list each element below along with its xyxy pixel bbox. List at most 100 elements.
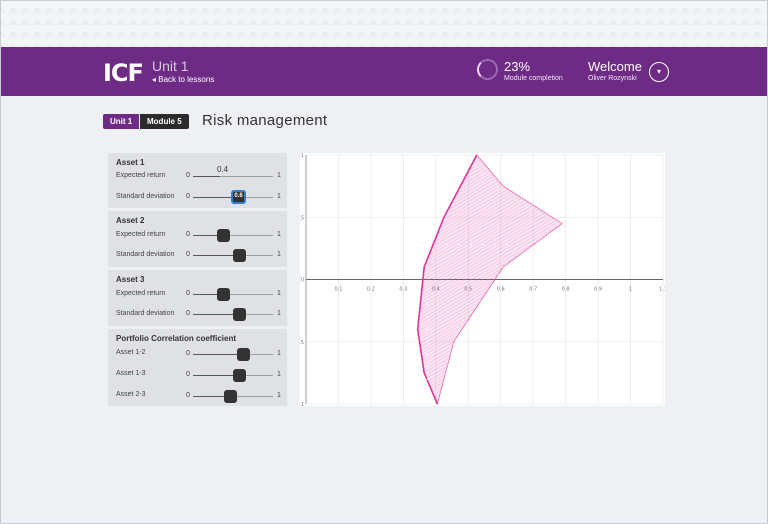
- slider-value-readout: 0.4: [217, 165, 229, 174]
- asset-3-panel: Asset 3 Expected return 0 1 Standard dev…: [108, 270, 287, 326]
- slider-max: 1: [277, 172, 281, 179]
- slider-label: Expected return: [116, 290, 166, 297]
- breadcrumb-unit[interactable]: Unit 1: [103, 114, 140, 129]
- progress-ring-icon: [477, 59, 498, 80]
- page-title: Risk management: [202, 112, 328, 129]
- slider-handle[interactable]: [233, 249, 246, 262]
- panel-title: Portfolio Correlation coefficient: [116, 334, 237, 343]
- standard-deviation-slider[interactable]: [193, 249, 273, 262]
- panel-title: Asset 3: [116, 275, 145, 284]
- expected-return-slider[interactable]: [193, 176, 273, 177]
- y-tick-label: 0: [301, 278, 304, 284]
- username: Oliver Rozynski: [588, 75, 637, 82]
- slider-max: 1: [277, 193, 281, 200]
- frontier-dot: [481, 243, 484, 246]
- slider-max: 1: [277, 350, 281, 357]
- unit-title: Unit 1: [152, 58, 189, 74]
- frontier-dot: [426, 378, 429, 380]
- expected-return-slider[interactable]: [193, 229, 273, 242]
- top-decor-band: [1, 1, 767, 47]
- slider-min: 0: [186, 251, 190, 258]
- module-completion-label: Module completion: [504, 75, 563, 82]
- x-tick-label: 0.8: [562, 287, 570, 293]
- welcome-text: Welcome: [588, 59, 642, 74]
- frontier-dot: [446, 243, 449, 246]
- asset-1-panel: Asset 1 Expected return 0 0.4 1 Standard…: [108, 153, 287, 208]
- x-tick-label: 0.6: [497, 287, 505, 293]
- icf-logo[interactable]: ICF: [103, 59, 144, 87]
- y-tick-label: 0.5: [300, 215, 304, 221]
- x-tick-label: 0.1: [334, 287, 342, 293]
- slider-label: Asset 2-3: [116, 391, 146, 398]
- panel-title: Asset 1: [116, 158, 145, 167]
- correlation-panel: Portfolio Correlation coefficient Asset …: [108, 329, 287, 406]
- standard-deviation-slider[interactable]: [193, 308, 273, 321]
- user-menu-button[interactable]: ▾: [649, 62, 669, 82]
- slider-min: 0: [186, 392, 190, 399]
- slider-label: Asset 1-3: [116, 370, 146, 377]
- slider-label: Standard deviation: [116, 310, 175, 317]
- slider-min: 0: [186, 231, 190, 238]
- slider-label: Expected return: [116, 231, 166, 238]
- frontier-dot: [426, 328, 429, 331]
- slider-handle[interactable]: [217, 288, 230, 301]
- slider-label: Standard deviation: [116, 193, 175, 200]
- y-tick-label: 1: [301, 153, 304, 159]
- frontier-dot: [426, 303, 429, 306]
- efficient-frontier-chart: 0.10.20.30.40.50.60.70.80.911.110.50-0.5…: [294, 153, 667, 408]
- chart-svg: 0.10.20.30.40.50.60.70.80.911.110.50-0.5…: [294, 153, 667, 408]
- frontier-dot: [541, 243, 543, 246]
- correlation-1-3-slider[interactable]: [193, 369, 273, 382]
- slider-min: 0: [186, 350, 190, 357]
- slider-handle[interactable]: [233, 308, 246, 321]
- frontier-dot: [505, 243, 508, 246]
- x-tick-label: 0.3: [399, 287, 407, 293]
- slider-max: 1: [277, 371, 281, 378]
- frontier-dot: [470, 243, 472, 246]
- slider-handle[interactable]: [217, 229, 230, 242]
- module-completion-percent: 23%: [504, 59, 531, 74]
- expected-return-slider[interactable]: [193, 288, 273, 301]
- app-header: ICF Unit 1 ◂ Back to lessons 23% Module …: [1, 47, 767, 96]
- slider-label: Standard deviation: [116, 251, 175, 258]
- slider-min: 0: [186, 193, 190, 200]
- frontier-dot: [426, 316, 429, 318]
- asset-2-panel: Asset 2 Expected return 0 1 Standard dev…: [108, 211, 287, 267]
- y-tick-label: -0.5: [300, 340, 304, 346]
- x-tick-label: 0.9: [594, 287, 602, 293]
- slider-min: 0: [186, 310, 190, 317]
- slider-label: Asset 1-2: [116, 349, 146, 356]
- x-tick-label: 0.7: [529, 287, 537, 293]
- frontier-dot: [493, 243, 496, 246]
- panel-title: Asset 2: [116, 216, 145, 225]
- frontier-dot: [529, 243, 531, 246]
- slider-max: 1: [277, 231, 281, 238]
- correlation-2-3-slider[interactable]: [193, 390, 273, 403]
- slider-label: Expected return: [116, 172, 166, 179]
- slider-max: 1: [277, 251, 281, 258]
- x-tick-label: 1: [629, 287, 632, 293]
- x-tick-label: 0.2: [367, 287, 375, 293]
- x-tick-label: 1.1: [659, 287, 665, 293]
- standard-deviation-slider[interactable]: 0.6: [193, 190, 273, 204]
- slider-handle[interactable]: 0.6: [231, 190, 246, 204]
- slider-max: 1: [277, 310, 281, 317]
- y-tick-label: -1: [300, 402, 304, 406]
- back-to-lessons-link[interactable]: ◂ Back to lessons: [152, 75, 214, 84]
- slider-max: 1: [277, 392, 281, 399]
- slider-handle[interactable]: [237, 348, 250, 361]
- slider-handle[interactable]: [233, 369, 246, 382]
- breadcrumb-module[interactable]: Module 5: [140, 114, 189, 129]
- frontier-dot: [458, 243, 460, 246]
- frontier-dot: [426, 340, 429, 343]
- correlation-1-2-slider[interactable]: [193, 348, 273, 361]
- frontier-dot: [517, 243, 519, 246]
- frontier-dot: [426, 365, 429, 368]
- slider-max: 1: [277, 290, 281, 297]
- slider-min: 0: [186, 290, 190, 297]
- chevron-down-icon: ▾: [656, 67, 661, 76]
- slider-handle[interactable]: [224, 390, 237, 403]
- frontier-dot: [426, 353, 429, 355]
- slider-min: 0: [186, 371, 190, 378]
- slider-min: 0: [186, 172, 190, 179]
